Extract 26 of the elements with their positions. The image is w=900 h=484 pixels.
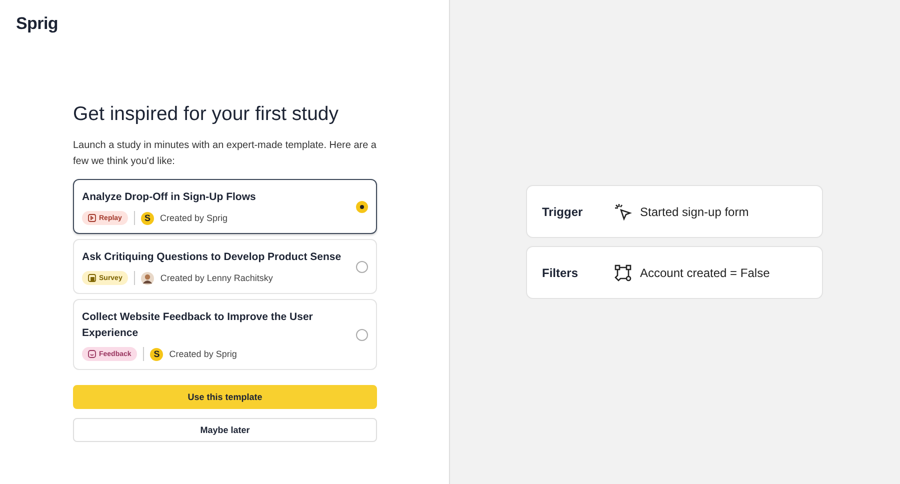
use-template-button[interactable]: Use this template (73, 385, 377, 409)
preview-value: Started sign-up form (640, 204, 749, 218)
author-text: Created by Sprig (160, 213, 228, 223)
cursor-click-icon (614, 202, 632, 220)
sprig-avatar: S (150, 348, 164, 360)
radio-button[interactable] (356, 201, 368, 213)
sprig-avatar: S (140, 212, 154, 224)
page-heading: Get inspired for your first study (73, 103, 340, 126)
smile-icon (88, 350, 96, 358)
preview-label: Trigger (542, 204, 584, 218)
author-text: Created by Lenny Rachitsky (160, 273, 273, 283)
template-title: Collect Website Feedback to Improve the User Experience (82, 310, 314, 341)
replay-icon (88, 214, 96, 222)
survey-icon (88, 274, 96, 282)
preview-label: Filters (542, 266, 580, 280)
maybe-later-button[interactable]: Maybe later (73, 418, 377, 442)
radio-button[interactable] (356, 261, 368, 273)
logo: Sprig (15, 13, 59, 35)
template-title: Ask Critiquing Questions to Develop Product Sense (82, 250, 342, 265)
preview-value: Account created = False (640, 266, 770, 280)
template-title: Analyze Drop-Off in Sign-Up Flows (82, 190, 257, 205)
radio-button[interactable] (356, 329, 368, 341)
intro-text: Launch a study in minutes with an expert-made template. Here are a few we think you'd like: (73, 139, 377, 169)
nodes-icon (614, 264, 632, 282)
person-avatar (141, 272, 154, 284)
author-text: Created by Sprig (169, 349, 237, 359)
